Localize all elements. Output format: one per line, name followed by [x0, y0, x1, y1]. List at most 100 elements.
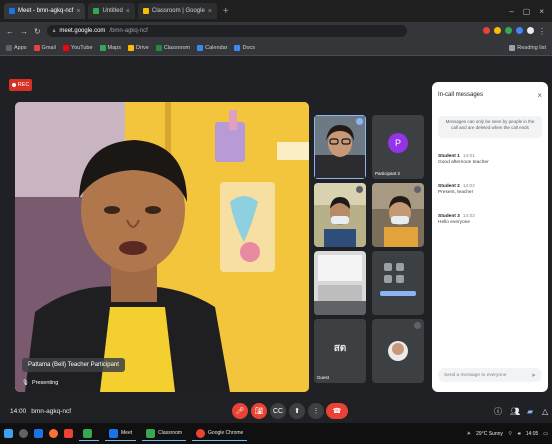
- participant-tile[interactable]: [314, 115, 366, 179]
- chat-message: Student 1 14:01 Good afternoon teacher: [438, 154, 542, 166]
- participant-avatar: สต: [314, 319, 366, 383]
- bookmark-item[interactable]: Docs: [234, 44, 255, 51]
- camera-toggle-button[interactable]: 📷︎: [251, 403, 267, 419]
- bookmark-label: Calendar: [205, 44, 228, 51]
- notifications-icon[interactable]: ▭: [543, 431, 548, 437]
- tab-favicon: [142, 8, 149, 14]
- leave-call-button[interactable]: ☎︎: [326, 403, 348, 419]
- app-icon[interactable]: [64, 429, 73, 438]
- chat-panel: In-call messages × Messages can only be …: [432, 82, 548, 392]
- participant-tile[interactable]: [314, 183, 366, 247]
- extension-icon[interactable]: [483, 26, 490, 34]
- classroom-icon: [146, 428, 156, 438]
- participant-tile[interactable]: [314, 251, 366, 315]
- more-options-button[interactable]: ⋮: [308, 403, 324, 419]
- start-icon[interactable]: [4, 429, 13, 438]
- present-screen-button[interactable]: ⬆︎: [289, 403, 305, 419]
- meeting-controls-bar: 14:00 bmn-agkq-ncf 🎤︎ 📷︎ CC ⬆︎ ⋮ ☎︎ ⓘ 👥︎…: [0, 399, 552, 423]
- taskbar-app[interactable]: [79, 427, 99, 441]
- task-view-icon[interactable]: [34, 429, 43, 438]
- tab-favicon: [93, 8, 100, 14]
- svg-text:P: P: [395, 138, 401, 148]
- participant-tile[interactable]: P Participant 2: [372, 115, 424, 179]
- browser-tab-2[interactable]: Untitled ×: [88, 3, 135, 19]
- menu-icon[interactable]: ⋮: [538, 27, 546, 36]
- close-icon[interactable]: ×: [76, 8, 80, 15]
- participant-tile[interactable]: [372, 319, 424, 383]
- chat-input-placeholder: Send a message to everyone: [444, 372, 507, 378]
- volume-icon[interactable]: 🔊︎: [518, 431, 521, 437]
- message-time: 14:01: [462, 154, 475, 159]
- bookmarks-bar: Apps Gmail YouTube Maps Drive Classroom …: [0, 40, 552, 56]
- microphone-toggle-button[interactable]: 🎤︎: [232, 403, 248, 419]
- reload-icon[interactable]: ↻: [34, 27, 41, 36]
- extension-icon[interactable]: [494, 26, 501, 34]
- bookmark-item[interactable]: YouTube: [62, 44, 93, 51]
- mic-status-icon: [356, 186, 363, 193]
- taskbar-app[interactable]: Meet: [105, 427, 137, 441]
- participant-tile[interactable]: [372, 251, 424, 315]
- bookmark-label: Drive: [136, 44, 149, 51]
- taskbar-app[interactable]: Classroom: [142, 427, 187, 441]
- people-icon[interactable]: 👥︎: [510, 407, 520, 416]
- search-icon[interactable]: [19, 429, 28, 438]
- participant-avatar: P: [372, 115, 424, 179]
- participant-tile[interactable]: [372, 183, 424, 247]
- captions-button[interactable]: CC: [270, 403, 286, 419]
- back-icon[interactable]: ←: [6, 27, 14, 36]
- bookmark-item[interactable]: Classroom: [155, 44, 191, 51]
- bookmark-item[interactable]: Calendar: [197, 44, 228, 51]
- participant-tile[interactable]: สต Guest: [314, 319, 366, 383]
- close-icon[interactable]: ×: [126, 8, 130, 15]
- presenting-label: Presenting: [31, 380, 59, 386]
- bookmark-icon: [33, 44, 40, 51]
- bookmark-item[interactable]: Apps: [6, 44, 27, 51]
- participant-avatar: [372, 251, 424, 315]
- meeting-info: 14:00 bmn-agkq-ncf: [10, 408, 71, 415]
- os-taskbar: Meet Classroom Google Chrome ☀︎ 29°C Sun…: [0, 423, 552, 444]
- new-tab-icon[interactable]: +: [220, 6, 232, 17]
- bookmark-item[interactable]: Maps: [99, 44, 121, 51]
- participant-name: Guest: [317, 375, 330, 380]
- chat-title: In-call messages: [438, 92, 484, 98]
- bookmark-label: Classroom: [163, 44, 191, 51]
- main-speaker-video[interactable]: Pattama (Bell) Teacher Participant 🎙︎ Pr…: [15, 102, 309, 392]
- wifi-icon[interactable]: ⌔: [508, 431, 513, 437]
- activities-icon[interactable]: △: [542, 407, 548, 416]
- speaker-name: Pattama (Bell) Teacher Participant: [28, 362, 119, 368]
- bookmark-icon: [62, 44, 69, 51]
- close-icon[interactable]: ×: [537, 91, 542, 100]
- bookmark-label: Apps: [14, 44, 27, 51]
- bookmark-item[interactable]: Gmail: [33, 44, 56, 51]
- taskbar-app[interactable]: Google Chrome: [192, 427, 248, 441]
- meeting-time: 14:00: [10, 407, 27, 415]
- bookmark-item[interactable]: Reading list: [509, 44, 546, 51]
- message-text: Hello everyone: [438, 220, 470, 225]
- firefox-icon[interactable]: [49, 429, 58, 438]
- extension-icon[interactable]: [505, 26, 512, 34]
- send-icon[interactable]: ➤: [531, 372, 536, 379]
- taskbar-app-label: Classroom: [158, 430, 183, 436]
- speaker-video-frame: [15, 102, 309, 392]
- close-icon[interactable]: ×: [208, 8, 212, 15]
- url-host: meet.google.com: [59, 28, 106, 34]
- bookmark-label: Reading list: [517, 44, 546, 51]
- bookmark-icon: [6, 44, 12, 51]
- clock[interactable]: 14:05: [526, 431, 539, 437]
- speaking-indicator-icon: [356, 118, 363, 125]
- profile-avatar[interactable]: [527, 26, 534, 34]
- maximize-icon[interactable]: ▢: [523, 7, 531, 16]
- forward-icon[interactable]: →: [20, 27, 28, 36]
- chat-icon[interactable]: ▰: [527, 407, 533, 416]
- url-input[interactable]: 🔒︎ meet.google.com/bmn-agkq-ncf: [46, 25, 407, 37]
- close-window-icon[interactable]: ×: [539, 7, 544, 16]
- extension-icon[interactable]: [516, 26, 523, 34]
- browser-tab-meet[interactable]: Meet - bmn-agkq-ncf ×: [4, 3, 86, 19]
- reading-list-icon: [509, 44, 516, 51]
- minimize-icon[interactable]: –: [509, 7, 513, 16]
- bookmark-icon: [128, 44, 134, 51]
- bookmark-item[interactable]: Drive: [128, 44, 149, 51]
- chat-message-input[interactable]: Send a message to everyone ➤: [438, 368, 542, 382]
- info-icon[interactable]: ⓘ: [494, 406, 502, 417]
- browser-tab-3[interactable]: Classroom | Google ×: [137, 3, 217, 19]
